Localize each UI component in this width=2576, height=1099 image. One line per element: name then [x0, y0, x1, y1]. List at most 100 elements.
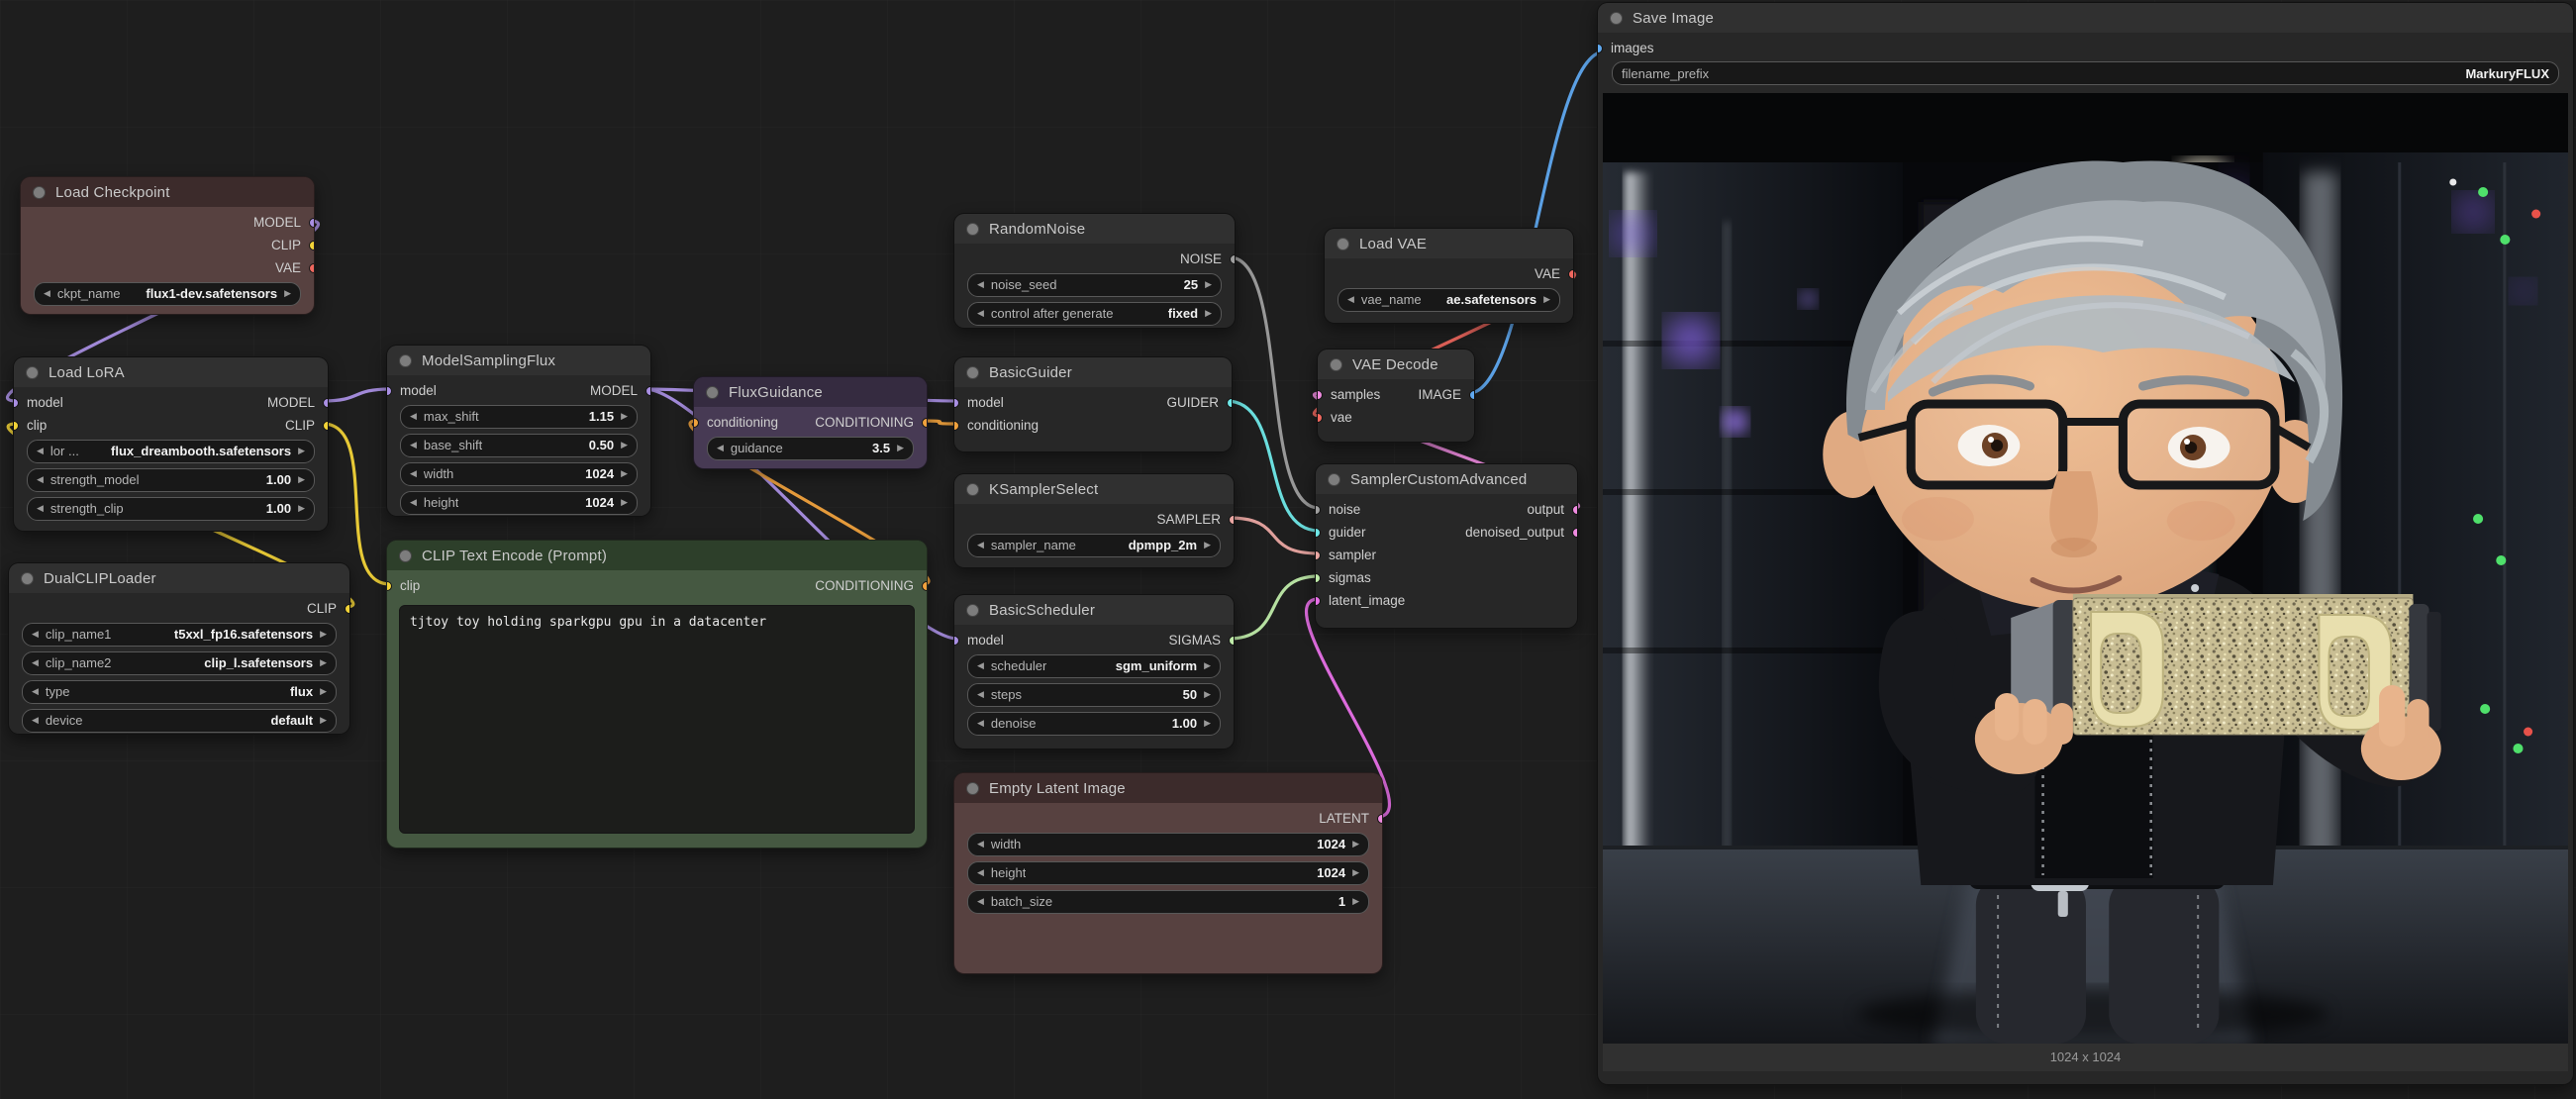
model-sampling-flux-base-shift-widget[interactable]: ◀base_shift0.50▶ — [400, 434, 638, 457]
decrement-arrow-icon[interactable]: ◀ — [977, 868, 984, 877]
load-lora-output-CLIP-slot[interactable] — [323, 421, 329, 431]
sampler-custom-advanced-input-latent_image-slot[interactable] — [1315, 596, 1321, 606]
basic-guider-output-GUIDER-slot[interactable] — [1227, 398, 1233, 408]
random-noise-control-after-generate-widget[interactable]: ◀control after generatefixed▶ — [967, 302, 1222, 326]
vae-decode-output-IMAGE-slot[interactable] — [1469, 390, 1475, 400]
decrement-arrow-icon[interactable]: ◀ — [410, 498, 417, 507]
decrement-arrow-icon[interactable]: ◀ — [977, 840, 984, 849]
dual-clip-loader-device-widget[interactable]: ◀devicedefault▶ — [22, 709, 337, 733]
decrement-arrow-icon[interactable]: ◀ — [37, 504, 44, 513]
node-basic-scheduler[interactable]: BasicSchedulermodelSIGMAS◀schedulersgm_u… — [953, 594, 1235, 749]
decrement-arrow-icon[interactable]: ◀ — [1347, 295, 1354, 304]
load-lora-strength-clip-widget[interactable]: ◀strength_clip1.00▶ — [27, 497, 315, 521]
load-checkpoint-output-VAE-slot[interactable] — [309, 263, 315, 273]
increment-arrow-icon[interactable]: ▶ — [621, 498, 628, 507]
decrement-arrow-icon[interactable]: ◀ — [410, 469, 417, 478]
node-load-lora[interactable]: Load LoRAmodelMODELclipCLIP◀lor ...flux_… — [13, 356, 329, 532]
sampler-custom-advanced-output-output-slot[interactable] — [1572, 505, 1578, 515]
decrement-arrow-icon[interactable]: ◀ — [977, 690, 984, 699]
flux-guidance-header[interactable]: FluxGuidance — [694, 377, 927, 407]
dual-clip-loader-type-widget[interactable]: ◀typeflux▶ — [22, 680, 337, 704]
flux-guidance-output-CONDITIONING-slot[interactable] — [922, 418, 928, 428]
decrement-arrow-icon[interactable]: ◀ — [977, 661, 984, 670]
empty-latent-image-batch-size-widget[interactable]: ◀batch_size1▶ — [967, 890, 1369, 914]
increment-arrow-icon[interactable]: ▶ — [1352, 868, 1359, 877]
ksampler-select-output-SAMPLER-slot[interactable] — [1229, 515, 1235, 525]
decrement-arrow-icon[interactable]: ◀ — [32, 716, 39, 725]
sampler-custom-advanced-header[interactable]: SamplerCustomAdvanced — [1316, 464, 1577, 494]
filename-prefix-widget[interactable]: filename_prefix MarkuryFLUX — [1612, 61, 2559, 85]
basic-scheduler-output-SIGMAS-slot[interactable] — [1229, 636, 1235, 646]
increment-arrow-icon[interactable]: ▶ — [621, 412, 628, 421]
vae-decode-input-vae-slot[interactable] — [1317, 413, 1323, 423]
increment-arrow-icon[interactable]: ▶ — [1204, 690, 1211, 699]
load-vae-output-VAE-slot[interactable] — [1568, 269, 1574, 279]
load-checkpoint-output-CLIP-slot[interactable] — [309, 241, 315, 250]
decrement-arrow-icon[interactable]: ◀ — [37, 447, 44, 455]
basic-scheduler-input-model-slot[interactable] — [953, 636, 959, 646]
node-flux-guidance[interactable]: FluxGuidanceconditioningCONDITIONING◀gui… — [693, 376, 928, 469]
empty-latent-image-width-widget[interactable]: ◀width1024▶ — [967, 833, 1369, 856]
increment-arrow-icon[interactable]: ▶ — [1205, 280, 1212, 289]
increment-arrow-icon[interactable]: ▶ — [1352, 840, 1359, 849]
clip-text-encode-header[interactable]: CLIP Text Encode (Prompt) — [387, 541, 927, 570]
sampler-custom-advanced-input-sigmas-slot[interactable] — [1315, 573, 1321, 583]
node-load-checkpoint[interactable]: Load CheckpointMODELCLIPVAE◀ckpt_nameflu… — [20, 176, 315, 315]
node-save-image[interactable]: Save Image images filename_prefix Markur… — [1597, 2, 2574, 1085]
increment-arrow-icon[interactable]: ▶ — [621, 441, 628, 450]
increment-arrow-icon[interactable]: ▶ — [320, 658, 327, 667]
increment-arrow-icon[interactable]: ▶ — [897, 444, 904, 452]
node-model-sampling-flux[interactable]: ModelSamplingFluxmodelMODEL◀max_shift1.1… — [386, 345, 651, 517]
increment-arrow-icon[interactable]: ▶ — [1204, 661, 1211, 670]
decrement-arrow-icon[interactable]: ◀ — [44, 289, 50, 298]
random-noise-noise-seed-widget[interactable]: ◀noise_seed25▶ — [967, 273, 1222, 297]
images-input-slot[interactable] — [1597, 44, 1603, 53]
dual-clip-loader-header[interactable]: DualCLIPLoader — [9, 563, 349, 593]
dual-clip-loader-clip-name1-widget[interactable]: ◀clip_name1t5xxl_fp16.safetensors▶ — [22, 623, 337, 647]
node-sampler-custom-advanced[interactable]: SamplerCustomAdvancednoiseoutputguiderde… — [1315, 463, 1578, 629]
empty-latent-image-height-widget[interactable]: ◀height1024▶ — [967, 861, 1369, 885]
load-lora-lor--widget[interactable]: ◀lor ...flux_dreambooth.safetensors▶ — [27, 440, 315, 463]
basic-guider-input-conditioning-slot[interactable] — [953, 421, 959, 431]
increment-arrow-icon[interactable]: ▶ — [298, 475, 305, 484]
sampler-custom-advanced-input-guider-slot[interactable] — [1315, 528, 1321, 538]
node-random-noise[interactable]: RandomNoiseNOISE◀noise_seed25▶◀control a… — [953, 213, 1236, 329]
model-sampling-flux-width-widget[interactable]: ◀width1024▶ — [400, 462, 638, 486]
increment-arrow-icon[interactable]: ▶ — [1543, 295, 1550, 304]
decrement-arrow-icon[interactable]: ◀ — [32, 658, 39, 667]
load-lora-header[interactable]: Load LoRA — [14, 357, 328, 387]
increment-arrow-icon[interactable]: ▶ — [1352, 897, 1359, 906]
increment-arrow-icon[interactable]: ▶ — [320, 630, 327, 639]
load-checkpoint-output-MODEL-slot[interactable] — [309, 218, 315, 228]
load-vae-header[interactable]: Load VAE — [1325, 229, 1573, 258]
model-sampling-flux-header[interactable]: ModelSamplingFlux — [387, 346, 650, 375]
decrement-arrow-icon[interactable]: ◀ — [32, 687, 39, 696]
empty-latent-image-header[interactable]: Empty Latent Image — [954, 773, 1382, 803]
increment-arrow-icon[interactable]: ▶ — [1204, 541, 1211, 550]
vae-decode-input-samples-slot[interactable] — [1317, 390, 1323, 400]
basic-guider-input-model-slot[interactable] — [953, 398, 959, 408]
model-sampling-flux-output-MODEL-slot[interactable] — [645, 386, 651, 396]
decrement-arrow-icon[interactable]: ◀ — [717, 444, 724, 452]
node-basic-guider[interactable]: BasicGuidermodelGUIDERconditioning — [953, 356, 1233, 452]
basic-scheduler-header[interactable]: BasicScheduler — [954, 595, 1234, 625]
sampler-custom-advanced-output-denoised_output-slot[interactable] — [1572, 528, 1578, 538]
increment-arrow-icon[interactable]: ▶ — [298, 504, 305, 513]
increment-arrow-icon[interactable]: ▶ — [1205, 309, 1212, 318]
clip-text-encode-input-clip-slot[interactable] — [386, 581, 392, 591]
increment-arrow-icon[interactable]: ▶ — [284, 289, 291, 298]
basic-scheduler-denoise-widget[interactable]: ◀denoise1.00▶ — [967, 712, 1221, 736]
model-sampling-flux-height-widget[interactable]: ◀height1024▶ — [400, 491, 638, 515]
basic-guider-header[interactable]: BasicGuider — [954, 357, 1232, 387]
clip-text-encode-output-CONDITIONING-slot[interactable] — [922, 581, 928, 591]
decrement-arrow-icon[interactable]: ◀ — [410, 412, 417, 421]
random-noise-output-NOISE-slot[interactable] — [1230, 254, 1236, 264]
load-checkpoint-header[interactable]: Load Checkpoint — [21, 177, 314, 207]
increment-arrow-icon[interactable]: ▶ — [320, 687, 327, 696]
decrement-arrow-icon[interactable]: ◀ — [977, 541, 984, 550]
decrement-arrow-icon[interactable]: ◀ — [410, 441, 417, 450]
load-vae-vae-name-widget[interactable]: ◀vae_nameae.safetensors▶ — [1338, 288, 1560, 312]
decrement-arrow-icon[interactable]: ◀ — [977, 897, 984, 906]
node-dual-clip-loader[interactable]: DualCLIPLoaderCLIP◀clip_name1t5xxl_fp16.… — [8, 562, 350, 735]
flux-guidance-input-conditioning-slot[interactable] — [693, 418, 699, 428]
